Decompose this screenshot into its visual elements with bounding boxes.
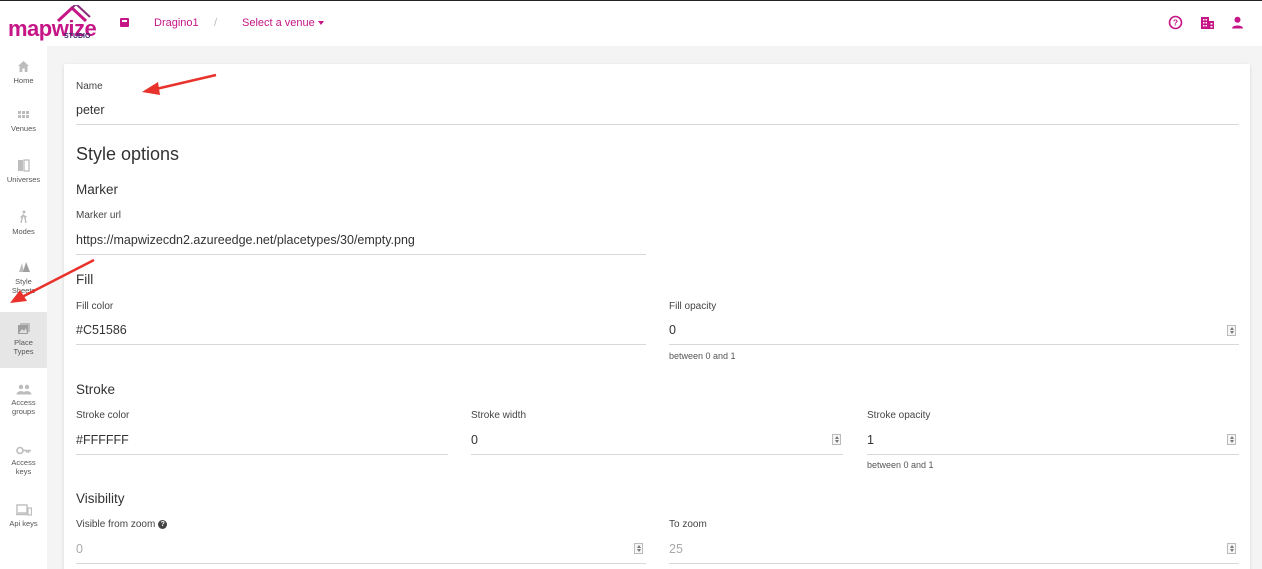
people-icon (16, 384, 31, 395)
stroke-width-label: Stroke width (471, 410, 527, 421)
fill-opacity-underline (669, 344, 1239, 345)
venue-select[interactable]: Select a venue (242, 17, 315, 29)
fill-title: Fill (76, 272, 94, 287)
key-icon (15, 446, 31, 455)
sidebar-item-style-sheets[interactable]: Style Sheets (0, 260, 47, 295)
stroke-opacity-label: Stroke opacity (867, 410, 931, 421)
to-zoom-underline (669, 563, 1239, 564)
marker-title: Marker (76, 182, 119, 197)
stroke-opacity-input[interactable]: 1 (867, 433, 874, 447)
sidebar-item-label: Style Sheets (11, 277, 36, 295)
fill-color-input[interactable]: #C51586 (76, 323, 127, 337)
sidebar-item-label: Place Types (13, 338, 34, 356)
visible-from-zoom-label: Visible from zoom? (76, 519, 168, 530)
sidebar-item-access-keys[interactable]: Access keys (0, 446, 47, 476)
home-icon (18, 61, 29, 72)
sidebar-item-label: Home (13, 76, 34, 85)
organization-icon[interactable] (1200, 15, 1215, 30)
visible-from-zoom-input[interactable]: 0 (76, 542, 83, 556)
mapwize-logo[interactable]: mapwize STUDIO (8, 5, 97, 43)
place-types-icon (17, 323, 30, 334)
grid-icon (18, 111, 29, 118)
svg-text:?: ? (1173, 18, 1178, 28)
sidebar-item-home[interactable]: Home (0, 60, 47, 85)
stroke-width-stepper[interactable] (832, 434, 841, 445)
venue-icon (120, 18, 129, 27)
visible-from-zoom-underline (76, 563, 646, 564)
sidebar-item-api-keys[interactable]: Api keys (0, 504, 47, 528)
stroke-color-input[interactable]: #FFFFFF (76, 433, 129, 447)
user-icon[interactable] (1230, 15, 1245, 30)
fill-opacity-stepper[interactable] (1227, 325, 1236, 336)
to-zoom-stepper[interactable] (1227, 543, 1236, 554)
logo-studio-text: STUDIO (64, 33, 91, 40)
breadcrumb-organization[interactable]: Dragino1 (154, 17, 199, 29)
fill-color-label: Fill color (76, 301, 114, 312)
sidebar-item-access-groups[interactable]: Access groups (0, 384, 47, 416)
sidebar-item-place-types[interactable]: Place Types (0, 312, 47, 368)
fill-opacity-input[interactable]: 0 (669, 323, 676, 337)
sidebar-item-label: Access keys (11, 458, 36, 476)
fill-opacity-label: Fill opacity (669, 301, 717, 312)
name-label: Name (76, 81, 103, 92)
fill-color-underline (76, 344, 646, 345)
visible-from-zoom-label-text: Visible from zoom (76, 519, 156, 530)
sidebar-item-label: Access groups (11, 398, 36, 416)
sidebar: Home Venues Universes Modes Style Sheets… (0, 46, 47, 569)
sidebar-item-modes[interactable]: Modes (0, 210, 47, 236)
help-icon[interactable]: ? (1168, 15, 1183, 30)
sidebar-item-universes[interactable]: Universes (0, 159, 47, 184)
sidebar-item-label: Api keys (9, 519, 38, 528)
stroke-opacity-stepper[interactable] (1227, 434, 1236, 445)
walk-icon (20, 210, 27, 224)
name-underline (76, 124, 1239, 125)
top-bar: mapwize STUDIO Dragino1 / Select a venue… (0, 0, 1262, 46)
stroke-width-input[interactable]: 0 (471, 433, 478, 447)
chevron-down-icon[interactable] (318, 21, 324, 25)
visible-from-zoom-stepper[interactable] (634, 543, 643, 554)
to-zoom-label: To zoom (669, 519, 707, 530)
devices-icon (15, 504, 32, 516)
sidebar-item-label: Venues (10, 124, 37, 133)
place-type-form-card: Name peter Style options Marker Marker u… (64, 64, 1250, 569)
style-sheets-icon (18, 262, 30, 272)
sidebar-item-label: Universes (6, 175, 41, 184)
marker-url-label: Marker url (76, 210, 122, 221)
marker-url-input[interactable]: https://mapwizecdn2.azureedge.net/placet… (76, 233, 415, 247)
question-icon[interactable]: ? (158, 520, 168, 529)
to-zoom-input[interactable]: 25 (669, 542, 683, 556)
stroke-color-label: Stroke color (76, 410, 130, 421)
stroke-title: Stroke (76, 382, 116, 397)
stroke-opacity-hint: between 0 and 1 (867, 460, 934, 470)
style-options-title: Style options (76, 144, 180, 164)
stroke-width-underline (471, 454, 843, 455)
name-input[interactable]: peter (76, 103, 105, 117)
stroke-opacity-underline (867, 454, 1239, 455)
marker-url-underline (76, 254, 646, 255)
visibility-title: Visibility (76, 491, 125, 506)
sidebar-item-venues[interactable]: Venues (0, 108, 47, 133)
universe-icon (18, 159, 30, 172)
fill-opacity-hint: between 0 and 1 (669, 351, 736, 361)
stroke-color-underline (76, 454, 448, 455)
sidebar-item-label: Modes (12, 227, 35, 236)
breadcrumb-separator: / (214, 17, 218, 29)
